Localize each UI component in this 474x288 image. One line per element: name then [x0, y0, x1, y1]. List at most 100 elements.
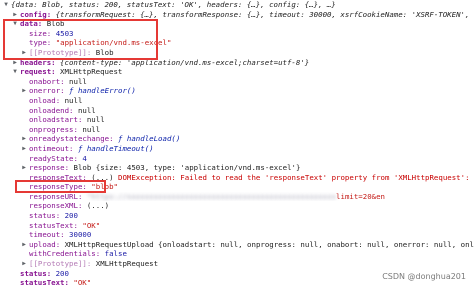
- property-key: onload:: [29, 95, 65, 105]
- collapsed-triangle-icon[interactable]: ▶: [20, 240, 28, 250]
- console-row-text: responseURL: "https://xxxxxxxxxxxxxxxxxx…: [29, 192, 385, 202]
- console-row-text: [[Prototype]]: XMLHttpRequest: [29, 259, 158, 269]
- property-key: {data: Blob, status: 200, statusText: 'O…: [11, 0, 336, 9]
- property-key: statusText:: [29, 220, 83, 230]
- console-tree-row[interactable]: ▶ [[Prototype]]: XMLHttpRequest: [0, 259, 474, 269]
- property-value: Blob: [46, 19, 65, 29]
- collapsed-triangle-icon[interactable]: ▶: [11, 10, 19, 20]
- console-row-text: readyState: 4: [29, 154, 87, 164]
- property-key: data:: [20, 19, 47, 29]
- property-key: upload:: [29, 239, 65, 249]
- console-tree-row[interactable]: ▼ request: XMLHttpRequest: [0, 67, 474, 77]
- collapsed-triangle-icon[interactable]: ▶: [20, 134, 28, 144]
- property-key: onerror:: [29, 86, 70, 96]
- console-row-text: responseXML: (...): [29, 201, 109, 211]
- console-row-text: timeout: 30000: [29, 230, 91, 240]
- property-key: type:: [29, 38, 56, 48]
- property-key: headers:: [20, 57, 61, 67]
- property-value: 4503: [55, 28, 74, 38]
- console-row-text: onerror: ƒ handleError(): [29, 86, 136, 96]
- console-tree-row[interactable]: ▶ headers: {content-type: 'application/vn…: [0, 58, 474, 68]
- property-value: Blob: [95, 47, 114, 57]
- collapsed-triangle-icon[interactable]: ▶: [20, 163, 28, 173]
- console-row-text: status: 200: [20, 269, 69, 279]
- property-key: [[Prototype]]:: [29, 47, 96, 57]
- csdn-watermark: CSDN @donghua201: [382, 272, 466, 281]
- console-row-text: statusText: "OK": [20, 278, 91, 288]
- collapsed-triangle-icon[interactable]: ▶: [20, 48, 28, 58]
- property-value: "application/vnd.ms-excel": [55, 38, 172, 48]
- console-row-text: size: 4503: [29, 29, 74, 39]
- property-key: request:: [20, 67, 61, 77]
- property-value: ƒ handleError(): [69, 86, 136, 96]
- console-row-text: upload: XMLHttpRequestUpload {onloadstar…: [29, 240, 474, 250]
- collapsed-triangle-icon[interactable]: ▶: [11, 58, 19, 68]
- console-tree-row[interactable]: ▶ ontimeout: ƒ handleTimeout(): [0, 144, 474, 154]
- console-row-text: request: XMLHttpRequest: [20, 67, 122, 77]
- property-key: readyState:: [29, 153, 83, 163]
- property-value: ƒ handleTimeout(): [77, 143, 154, 153]
- console-tree-row: responseText: (...) DOMException: Failed…: [0, 173, 474, 183]
- console-tree-row: onload: null: [0, 96, 474, 106]
- console-tree-row[interactable]: ▶ config: {transformRequest: {…}, transfo…: [0, 10, 474, 20]
- console-tree-row: readyState: 4: [0, 154, 474, 164]
- property-key: onprogress:: [29, 124, 83, 134]
- property-value: XMLHttpRequest: [60, 67, 123, 77]
- expanded-triangle-icon[interactable]: ▼: [2, 0, 10, 10]
- console-tree-row[interactable]: ▼ data: Blob: [0, 19, 474, 29]
- property-value: null: [69, 76, 87, 86]
- console-tree-row: responseXML: (...): [0, 201, 474, 211]
- property-value: XMLHttpRequest: [95, 259, 159, 269]
- property-value: limit=20&en: [336, 191, 385, 201]
- collapsed-triangle-icon[interactable]: ▶: [20, 86, 28, 96]
- console-tree-row: responseURL: "https://xxxxxxxxxxxxxxxxxx…: [0, 192, 474, 202]
- console-tree-row[interactable]: ▼ {data: Blob, status: 200, statusText: '…: [0, 0, 474, 10]
- collapsed-triangle-icon[interactable]: ▶: [20, 259, 28, 269]
- console-row-text: withCredentials: false: [29, 249, 127, 259]
- console-row-text: [[Prototype]]: Blob: [29, 48, 114, 58]
- property-value: null: [77, 105, 96, 115]
- property-key: timeout:: [29, 230, 70, 240]
- expanded-triangle-icon[interactable]: ▼: [11, 19, 19, 29]
- property-key: onloadend:: [29, 105, 78, 115]
- property-value: "https://xxxxxxxxxxxxxxxxxxxxxxxxxxxxxxx…: [86, 191, 337, 201]
- property-value: "blob": [91, 182, 118, 192]
- collapsed-triangle-icon[interactable]: ▶: [20, 144, 28, 154]
- console-row-text: response: Blob {size: 4503, type: 'appli…: [29, 163, 300, 173]
- console-tree-row[interactable]: ▶ response: Blob {size: 4503, type: 'appl…: [0, 163, 474, 173]
- console-tree-row[interactable]: ▶ onreadystatechange: ƒ handleLoad(): [0, 134, 474, 144]
- property-value: null: [82, 124, 101, 134]
- console-tree-row: timeout: 30000: [0, 230, 474, 240]
- property-value: null: [64, 95, 83, 105]
- property-value: 30000: [69, 230, 92, 240]
- console-row-text: statusText: "OK": [29, 221, 100, 231]
- console-tree-row: onloadend: null: [0, 106, 474, 116]
- property-value: {transformRequest: {…}, transformRespons…: [55, 9, 474, 19]
- console-tree-row: onprogress: null: [0, 125, 474, 135]
- console-row-text: responseText: (...) DOMException: Failed…: [29, 173, 474, 183]
- console-tree-row[interactable]: ▶ upload: XMLHttpRequestUpload {onloadsta…: [0, 240, 474, 250]
- console-tree-row[interactable]: ▶ onerror: ƒ handleError(): [0, 86, 474, 96]
- property-value: "OK": [82, 220, 101, 230]
- property-key: responseText:: [29, 172, 92, 182]
- property-key: responseXML:: [29, 201, 87, 211]
- console-row-text: type: "application/vnd.ms-excel": [29, 38, 171, 48]
- property-key: status:: [29, 211, 65, 221]
- console-tree-row: statusText: "OK": [0, 221, 474, 231]
- property-key: size:: [29, 28, 56, 38]
- property-key: withCredentials:: [29, 249, 105, 259]
- property-value: null: [86, 115, 105, 125]
- property-key: onreadystatechange:: [29, 134, 118, 144]
- property-key: [[Prototype]]:: [29, 259, 96, 269]
- console-row-text: onprogress: null: [29, 125, 100, 135]
- console-row-text: onabort: null: [29, 77, 87, 87]
- console-row-text: config: {transformRequest: {…}, transfor…: [20, 10, 474, 20]
- property-key: responseType:: [29, 182, 92, 192]
- expanded-triangle-icon[interactable]: ▼: [11, 67, 19, 77]
- devtools-console-tree: ▼ {data: Blob, status: 200, statusText: '…: [0, 0, 474, 287]
- property-value: false: [104, 249, 127, 259]
- console-tree-row[interactable]: ▶ [[Prototype]]: Blob: [0, 48, 474, 58]
- console-row-text: status: 200: [29, 211, 78, 221]
- console-row-text: onloadend: null: [29, 106, 96, 116]
- console-tree-row: responseType: "blob": [0, 182, 474, 192]
